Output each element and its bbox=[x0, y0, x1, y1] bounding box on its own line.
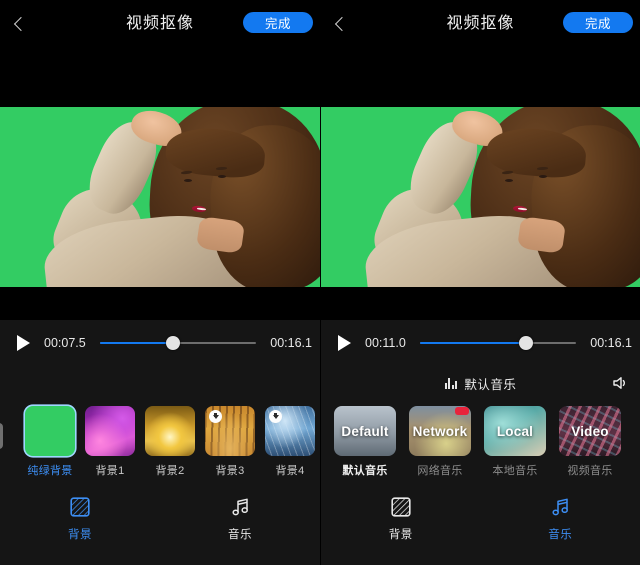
video-preview[interactable] bbox=[321, 107, 640, 287]
seek-fill bbox=[100, 342, 174, 345]
stage-letterbox-top bbox=[0, 48, 320, 107]
current-time-label: 00:11.0 bbox=[365, 336, 406, 350]
equalizer-icon bbox=[445, 378, 458, 389]
list-item-label: 网络音乐 bbox=[417, 462, 462, 478]
list-item-label: 背景1 bbox=[95, 462, 124, 478]
thumbnail-background-3[interactable] bbox=[205, 406, 255, 456]
seek-slider[interactable] bbox=[420, 334, 577, 352]
thumbnail-overlay-label: Video bbox=[559, 406, 621, 456]
background-thumbnail-strip[interactable]: 纯绿背景 背景1 背景2 背景3 bbox=[0, 400, 320, 478]
current-music-bar[interactable]: 默认音乐 bbox=[321, 366, 640, 400]
seek-fill bbox=[420, 342, 526, 345]
list-item-label: 背景3 bbox=[215, 462, 244, 478]
strip-scroll-peek[interactable] bbox=[0, 423, 3, 449]
thumbnail-background-4[interactable] bbox=[265, 406, 315, 456]
list-item[interactable]: Network 网络音乐 bbox=[409, 406, 471, 478]
subject-eye-left bbox=[505, 179, 513, 182]
list-item[interactable]: Default 默认音乐 bbox=[334, 406, 396, 478]
list-item[interactable]: 背景4 bbox=[265, 406, 315, 478]
thumbnail-video-music[interactable]: Video bbox=[559, 406, 621, 456]
thumbnail-pure-green[interactable] bbox=[25, 406, 75, 456]
tab-music[interactable]: 音乐 bbox=[160, 495, 320, 542]
thumbnail-overlay-label: Network bbox=[409, 406, 471, 456]
play-icon[interactable] bbox=[338, 335, 351, 351]
list-item[interactable]: 背景1 bbox=[85, 406, 135, 478]
thumbnail-local-music[interactable]: Local bbox=[484, 406, 546, 456]
current-music-label: 默认音乐 bbox=[464, 374, 516, 393]
download-icon[interactable] bbox=[269, 410, 282, 423]
tab-label: 音乐 bbox=[548, 526, 572, 542]
app-header: 视频抠像 完成 bbox=[321, 0, 640, 48]
seek-knob[interactable] bbox=[166, 336, 180, 350]
thumbnail-default-music[interactable]: Default bbox=[334, 406, 396, 456]
tab-label: 背景 bbox=[389, 526, 413, 542]
list-item-label: 纯绿背景 bbox=[27, 462, 72, 478]
list-item[interactable]: 背景3 bbox=[205, 406, 255, 478]
list-item-label: 背景2 bbox=[155, 462, 184, 478]
tab-background[interactable]: 背景 bbox=[321, 495, 481, 542]
panel-music: 视频抠像 完成 00:11.0 bbox=[320, 0, 640, 565]
list-item-label: 本地音乐 bbox=[492, 462, 537, 478]
playback-controls: 00:11.0 00:16.1 bbox=[321, 320, 640, 366]
dual-screenshot: 视频抠像 完成 00:07.5 bbox=[0, 0, 640, 565]
thumbnail-background-1[interactable] bbox=[85, 406, 135, 456]
list-item-label: 视频音乐 bbox=[567, 462, 612, 478]
list-item[interactable]: Video 视频音乐 bbox=[559, 406, 621, 478]
thumbnail-background-2[interactable] bbox=[145, 406, 195, 456]
playback-controls: 00:07.5 00:16.1 bbox=[0, 320, 320, 366]
app-header: 视频抠像 完成 bbox=[0, 0, 320, 48]
music-status-placeholder bbox=[0, 366, 320, 400]
stage-letterbox-bottom bbox=[321, 287, 640, 320]
list-item[interactable]: 纯绿背景 bbox=[25, 406, 75, 478]
stage-letterbox-top bbox=[321, 48, 640, 107]
subject-eye-left bbox=[184, 179, 192, 182]
list-item-label: 背景4 bbox=[275, 462, 304, 478]
thumbnail-overlay-label: Default bbox=[334, 406, 396, 456]
tab-background[interactable]: 背景 bbox=[0, 495, 160, 542]
hatched-square-icon bbox=[390, 495, 412, 519]
music-thumbnail-strip[interactable]: Default 默认音乐 Network 网络音乐 Local 本地音乐 bbox=[321, 400, 640, 478]
total-time-label: 00:16.1 bbox=[590, 336, 632, 350]
seek-slider[interactable] bbox=[100, 334, 257, 352]
music-note-icon bbox=[549, 495, 571, 519]
current-time-label: 00:07.5 bbox=[44, 336, 86, 350]
tab-label: 音乐 bbox=[228, 526, 252, 542]
total-time-label: 00:16.1 bbox=[270, 336, 312, 350]
seek-knob[interactable] bbox=[519, 336, 533, 350]
list-item[interactable]: 背景2 bbox=[145, 406, 195, 478]
done-button[interactable]: 完成 bbox=[563, 12, 633, 33]
done-button[interactable]: 完成 bbox=[243, 12, 313, 33]
download-icon[interactable] bbox=[209, 410, 222, 423]
list-item-label: 默认音乐 bbox=[342, 462, 387, 478]
play-icon[interactable] bbox=[17, 335, 30, 351]
tab-music[interactable]: 音乐 bbox=[481, 495, 640, 542]
music-note-icon bbox=[229, 495, 251, 519]
bottom-tab-bar: 背景 音乐 bbox=[321, 483, 640, 565]
tab-label: 背景 bbox=[68, 526, 92, 542]
stage-letterbox-bottom bbox=[0, 287, 320, 320]
thumbnail-network-music[interactable]: Network bbox=[409, 406, 471, 456]
video-preview[interactable] bbox=[0, 107, 320, 287]
thumbnail-overlay-label: Local bbox=[484, 406, 546, 456]
list-item[interactable]: Local 本地音乐 bbox=[484, 406, 546, 478]
hatched-square-icon bbox=[69, 495, 91, 519]
speaker-icon[interactable] bbox=[610, 373, 630, 393]
bottom-tab-bar: 背景 音乐 bbox=[0, 483, 320, 565]
panel-background: 视频抠像 完成 00:07.5 bbox=[0, 0, 320, 565]
